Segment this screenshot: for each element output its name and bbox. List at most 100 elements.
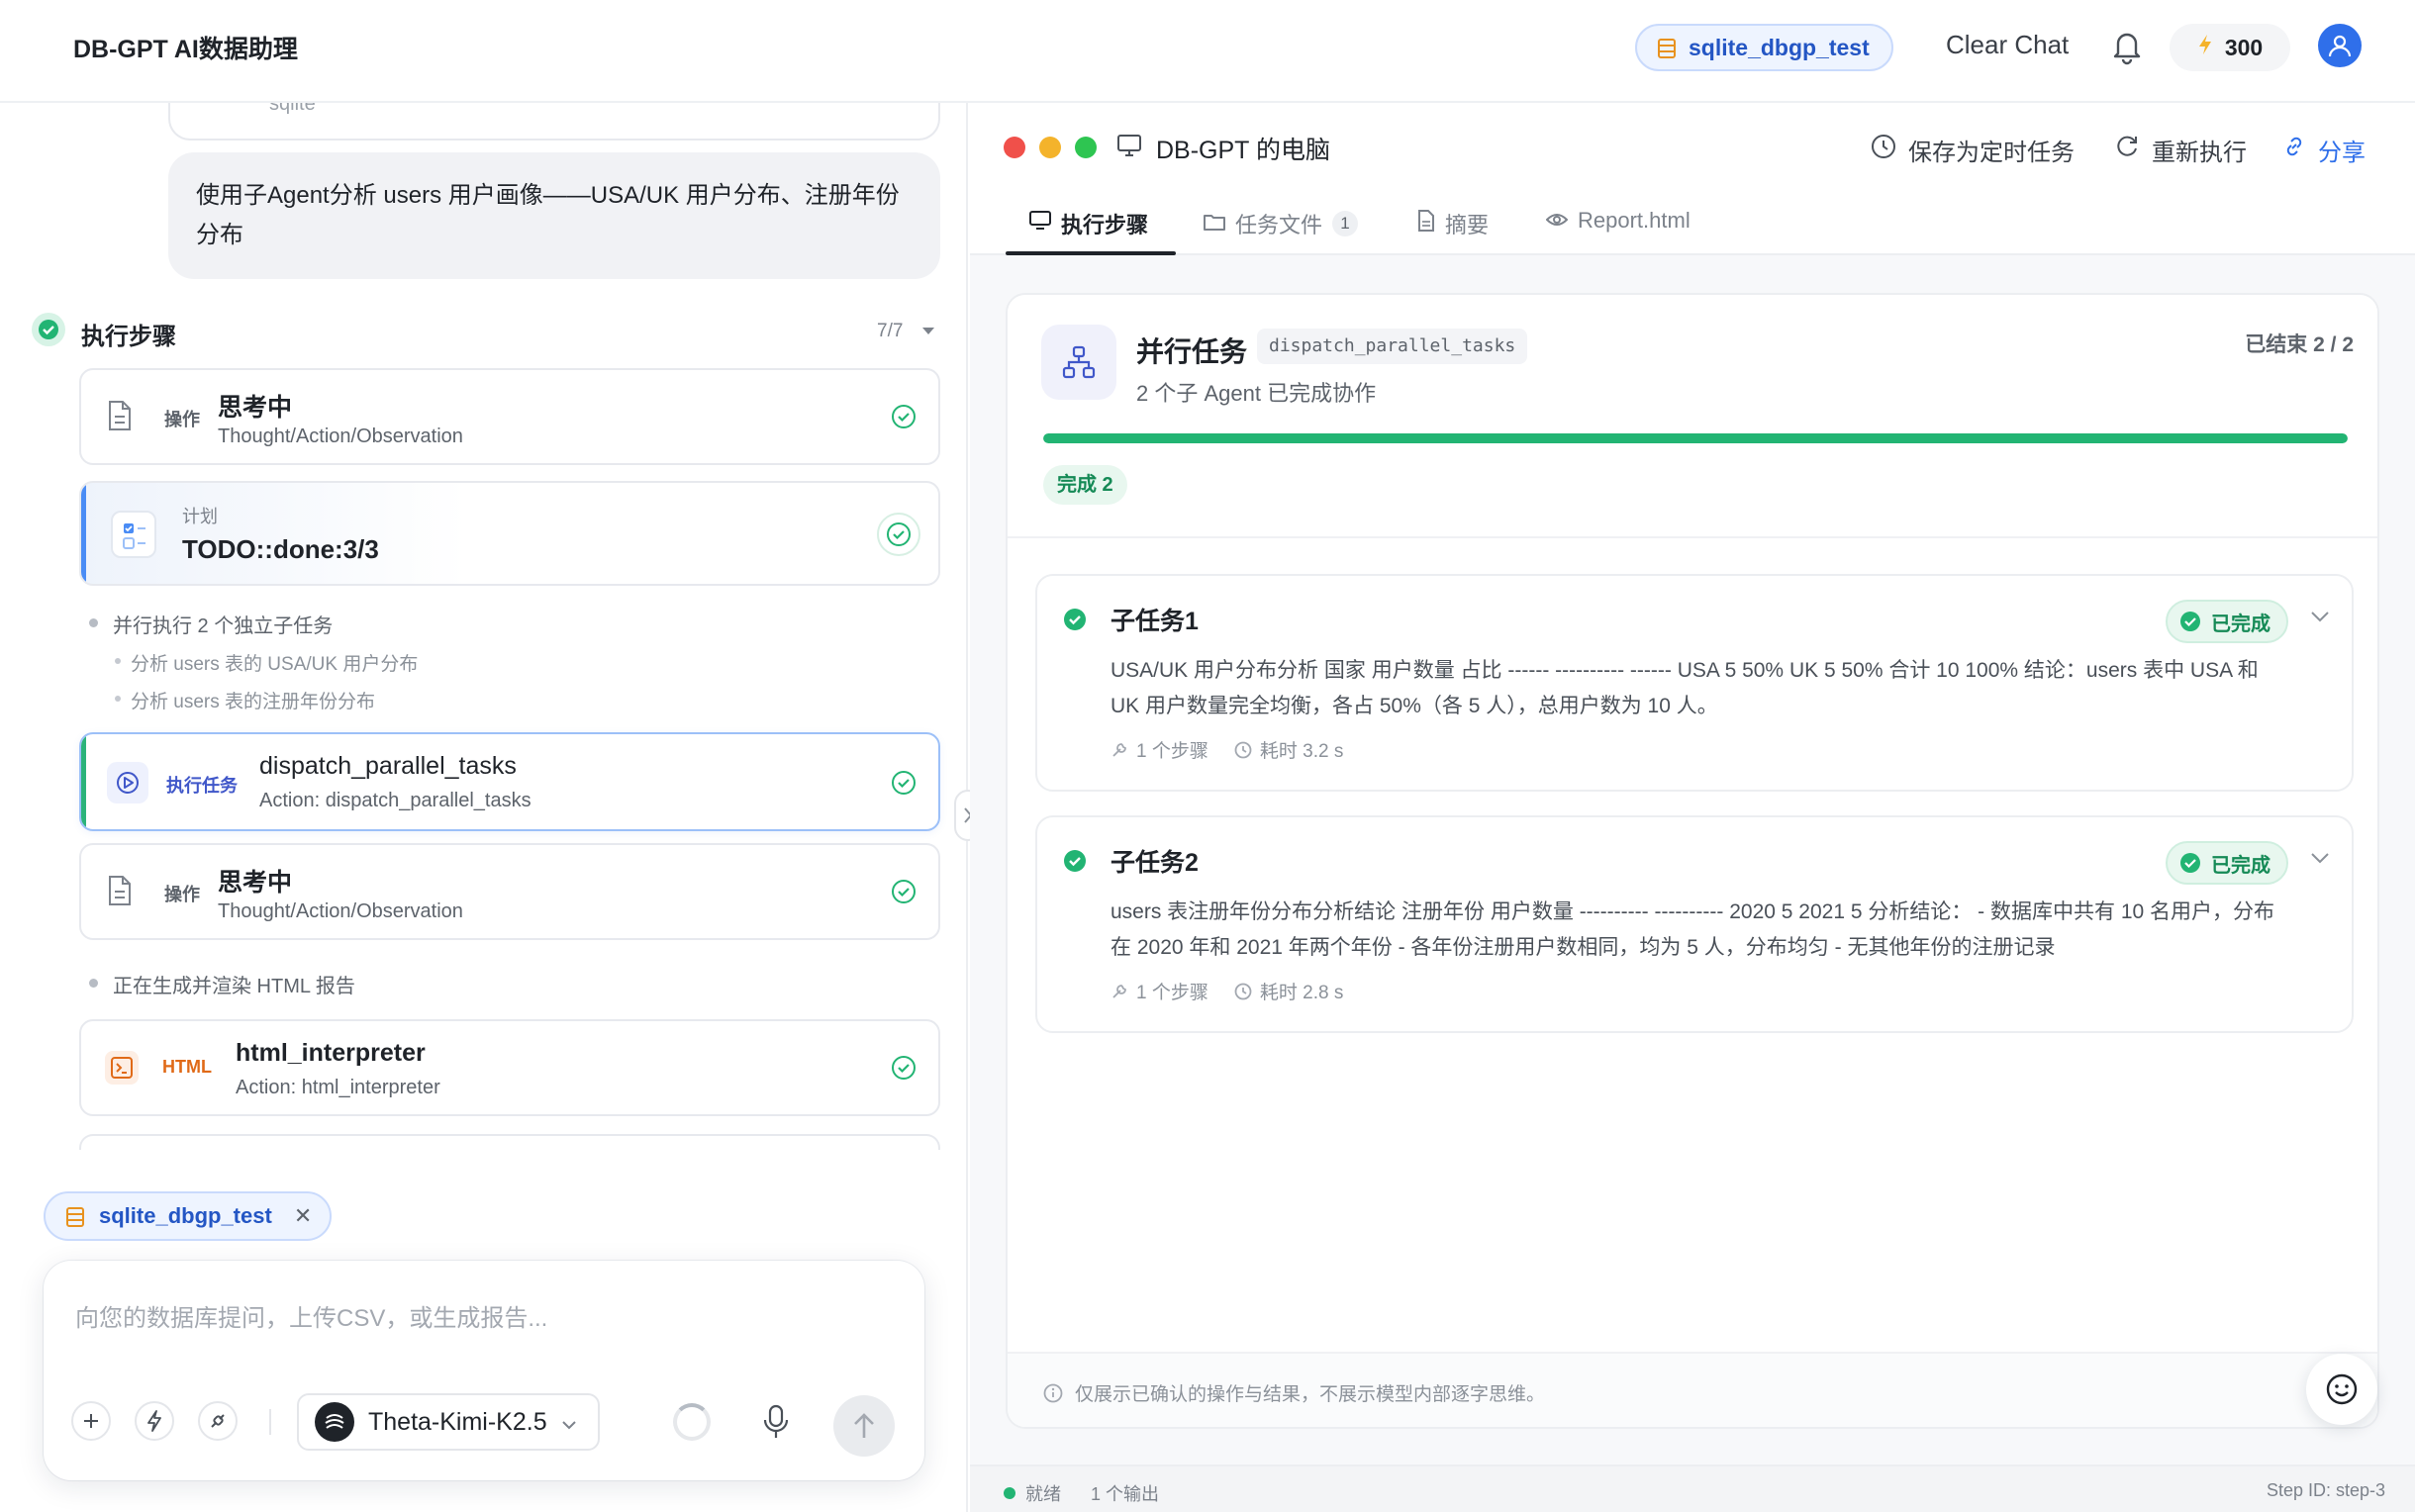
step-card-html-interpreter[interactable]: HTML html_interpreter Action: html_inter… <box>79 1019 940 1116</box>
parallel-task-progress-bar <box>1043 433 2348 443</box>
status-dot <box>1004 1487 1015 1499</box>
folder-icon <box>1204 211 1225 236</box>
toolbar-divider <box>269 1409 271 1435</box>
caret-down-icon[interactable] <box>920 325 936 342</box>
parallel-task-subtitle: 2 个子 Agent 已完成协作 <box>1136 381 1377 406</box>
schedule-task-button[interactable]: 保存为定时任务 <box>1871 133 2075 167</box>
check-circle-icon <box>891 770 917 801</box>
step-tag: 执行任务 <box>166 776 238 796</box>
rerun-label: 重新执行 <box>2152 140 2247 166</box>
parallel-task-ended-count: 已结束 2 / 2 <box>2245 333 2354 356</box>
user-avatar[interactable] <box>2318 24 2362 67</box>
subtask-result: USA/UK 用户分布分析 国家 用户数量 占比 ------ --------… <box>1111 659 2259 717</box>
check-circle-icon <box>877 513 920 556</box>
subtask-name: 子任务1 <box>1111 608 1199 635</box>
attached-database-chip[interactable]: sqlite_dbgp_test ✕ <box>44 1191 333 1241</box>
window-maximize-dot[interactable] <box>1075 137 1097 158</box>
subtask-note-1: 分析 users 表的 USA/UK 用户分布 <box>114 649 418 676</box>
completed-count-pill: 完成 2 <box>1043 465 1127 505</box>
bell-icon[interactable] <box>2110 28 2144 70</box>
step-subtitle: Action: html_interpreter <box>236 1077 440 1098</box>
step-title: 思考中 <box>218 394 293 422</box>
window-close-dot[interactable] <box>1004 137 1025 158</box>
execution-steps-header[interactable]: 执行步骤 7/7 <box>28 309 948 352</box>
window-title: DB-GPT 的电脑 <box>1116 131 1330 166</box>
subtask-name: 子任务2 <box>1111 849 1199 877</box>
clear-chat-button[interactable]: Clear Chat <box>1946 30 2069 60</box>
check-filled-icon <box>2180 612 2200 631</box>
step-title: html_interpreter <box>236 1039 426 1067</box>
share-label: 分享 <box>2318 140 2366 166</box>
check-circle-icon <box>891 1055 917 1086</box>
step-title: dispatch_parallel_tasks <box>259 752 517 780</box>
step-card-thinking[interactable]: 操作 思考中 Thought/Action/Observation <box>79 843 940 940</box>
subtask-status-label: 已完成 <box>2211 613 2270 635</box>
message-input[interactable]: 向您的数据库提问，上传CSV，或生成报告... <box>75 1298 547 1333</box>
status-ready-label: 就绪 <box>1025 1484 1061 1504</box>
subtask-meta: 1 个步骤 耗时 3.2 s <box>1111 736 1343 763</box>
tab-task-files[interactable]: 任务文件 1 <box>1204 208 1359 239</box>
model-name: Theta-Kimi-K2.5 <box>368 1407 547 1436</box>
subtask-card-2[interactable]: 子任务2 已完成 users 表注册年份分布分析结论 注册年份 用户数量 ---… <box>1035 815 2354 1033</box>
status-outputs: 1 个输出 <box>1091 1484 1160 1504</box>
subtask-card-1[interactable]: 子任务1 已完成 USA/UK 用户分布分析 国家 用户数量 占比 ------… <box>1035 574 2354 792</box>
play-circle-icon <box>107 762 148 803</box>
footer-note-text: 仅展示已确认的操作与结果，不展示模型内部逐字思维。 <box>1075 1384 1546 1405</box>
subtask-status-badge: 已完成 <box>2166 600 2288 643</box>
user-icon <box>2328 35 2352 57</box>
link-icon <box>2282 135 2306 165</box>
tab-report[interactable]: Report.html <box>1545 208 1690 234</box>
step-subtitle: Thought/Action/Observation <box>218 900 463 922</box>
feedback-button[interactable] <box>2306 1354 2377 1425</box>
close-icon[interactable]: ✕ <box>294 1203 312 1229</box>
tab-label: 执行步骤 <box>1061 213 1149 237</box>
subtask-status-badge: 已完成 <box>2166 841 2288 885</box>
smiley-icon <box>2326 1373 2358 1405</box>
previous-card-text: sqlite <box>269 103 316 115</box>
lightning-icon[interactable] <box>135 1401 174 1441</box>
message-composer[interactable]: 向您的数据库提问，上传CSV，或生成报告... Theta-Kimi-K2.5 <box>44 1261 924 1480</box>
active-tab-indicator <box>1006 251 1176 255</box>
step-card-plan[interactable]: 计划 TODO::done:3/3 <box>79 481 940 586</box>
tab-badge: 1 <box>1332 211 1359 236</box>
check-filled-icon <box>1063 849 1087 878</box>
microphone-icon[interactable] <box>762 1403 790 1446</box>
rerun-button[interactable]: 重新执行 <box>2114 133 2247 167</box>
status-step-id: Step ID: step-3 <box>2266 1480 2385 1500</box>
window-titlebar: DB-GPT 的电脑 保存为定时任务 重新执行 分享 <box>970 103 2415 190</box>
attached-database-name: sqlite_dbgp_test <box>99 1203 272 1228</box>
monitor-icon <box>1116 134 1142 164</box>
tab-summary[interactable]: 摘要 <box>1417 208 1489 239</box>
status-bar: 就绪 1 个输出 Step ID: step-3 <box>970 1465 2415 1512</box>
chat-pane: sqlite 使用子Agent分析 users 用户画像——USA/UK 用户分… <box>0 103 968 1512</box>
window-minimize-dot[interactable] <box>1039 137 1061 158</box>
loading-spinner-icon <box>673 1403 711 1441</box>
steps-complete-icon <box>32 313 65 346</box>
monitor-icon <box>1029 211 1051 236</box>
plan-title: TODO::done:3/3 <box>182 534 379 564</box>
steps-count: 7/7 <box>877 321 904 341</box>
share-button[interactable]: 分享 <box>2282 133 2366 167</box>
panel-footer: 仅展示已确认的操作与结果，不展示模型内部逐字思维。 <box>1008 1352 2377 1427</box>
send-button[interactable] <box>833 1395 895 1457</box>
step-card-dispatch[interactable]: 执行任务 dispatch_parallel_tasks Action: dis… <box>79 732 940 831</box>
step-tag: 操作 <box>164 885 200 904</box>
parallel-task-title: 并行任务 <box>1136 336 1248 367</box>
model-selector[interactable]: Theta-Kimi-K2.5 <box>297 1393 600 1451</box>
plan-tag: 计划 <box>182 507 218 526</box>
credits-badge[interactable]: 300 <box>2170 24 2290 71</box>
footer-note: 仅展示已确认的操作与结果，不展示模型内部逐字思维。 <box>1043 1379 1545 1406</box>
chevron-down-icon[interactable] <box>2310 610 2330 627</box>
step-card-thinking[interactable]: 操作 思考中 Thought/Action/Observation <box>79 368 940 465</box>
hierarchy-icon <box>1041 325 1116 400</box>
chevron-down-icon[interactable] <box>2310 851 2330 869</box>
plugin-icon[interactable] <box>198 1401 238 1441</box>
chat-scroll-area[interactable]: sqlite 使用子Agent分析 users 用户画像——USA/UK 用户分… <box>0 103 968 1150</box>
database-selector[interactable]: sqlite_dbgp_test <box>1635 24 1893 71</box>
wrench-icon <box>1112 742 1126 757</box>
tab-label: 摘要 <box>1445 213 1490 237</box>
tab-label: 任务文件 <box>1235 213 1323 237</box>
plus-icon[interactable] <box>71 1401 111 1441</box>
tab-steps[interactable]: 执行步骤 <box>1029 208 1148 239</box>
refresh-icon <box>2114 134 2140 166</box>
